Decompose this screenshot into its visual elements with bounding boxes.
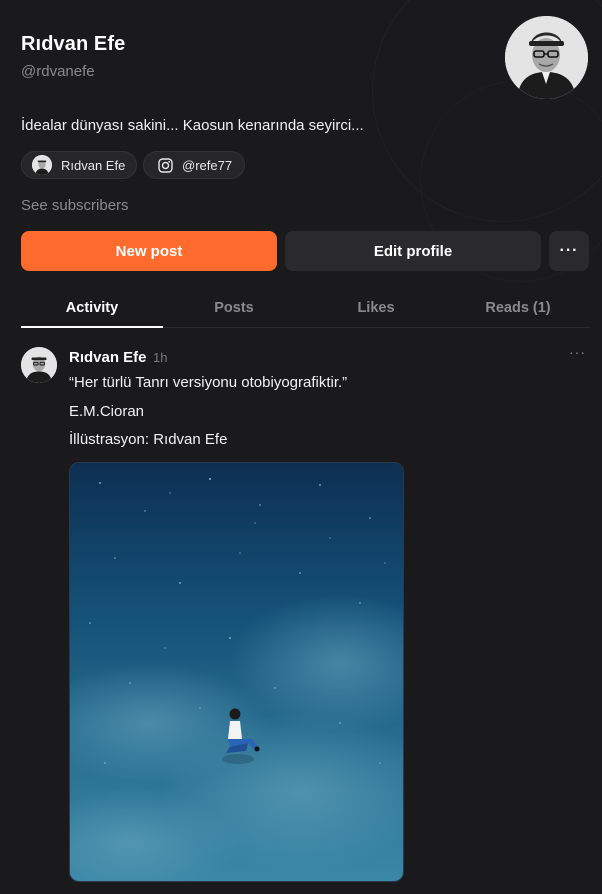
tab-posts[interactable]: Posts: [163, 290, 305, 327]
see-subscribers-link[interactable]: See subscribers: [21, 197, 129, 214]
profile-avatar-photo: [505, 16, 588, 99]
profile-bio: İdealar dünyası sakini... Kaosun kenarın…: [21, 117, 364, 134]
instagram-icon: [158, 157, 173, 173]
more-options-button[interactable]: ···: [549, 231, 589, 271]
profile-link-instagram[interactable]: @refe77: [143, 151, 245, 179]
post-more-options-button[interactable]: ···: [569, 344, 586, 360]
tab-activity[interactable]: Activity: [21, 290, 163, 328]
profile-name: Rıdvan Efe: [21, 33, 126, 55]
profile-tabs: Activity Posts Likes Reads (1): [21, 290, 589, 328]
tab-reads[interactable]: Reads (1): [447, 290, 589, 327]
post-author-name[interactable]: Rıdvan Efe: [69, 349, 147, 366]
profile-link-name[interactable]: Rıdvan Efe: [21, 151, 137, 179]
edit-profile-button[interactable]: Edit profile: [285, 231, 541, 271]
avatar: [32, 155, 52, 175]
post-text-quote: “Her türlü Tanrı versiyonu otobiyografik…: [69, 374, 348, 391]
post-text-credit: İllüstrasyon: Rıdvan Efe: [69, 431, 228, 448]
profile-avatar[interactable]: [505, 16, 588, 99]
profile-page: Rıdvan Efe @rdvanefe İdealar dünyası sak…: [0, 0, 602, 894]
new-post-button[interactable]: New post: [21, 231, 277, 271]
post-timestamp: 1h: [153, 350, 168, 365]
tab-likes[interactable]: Likes: [305, 290, 447, 327]
profile-link-instagram-label: @refe77: [182, 157, 233, 173]
sky-illustration: [70, 463, 403, 881]
profile-handle: @rdvanefe: [21, 63, 95, 80]
post-text-author: E.M.Cioran: [69, 403, 145, 420]
post-illustration-image[interactable]: [69, 462, 404, 882]
profile-link-name-label: Rıdvan Efe: [61, 157, 126, 173]
post-author-avatar[interactable]: [21, 347, 57, 383]
